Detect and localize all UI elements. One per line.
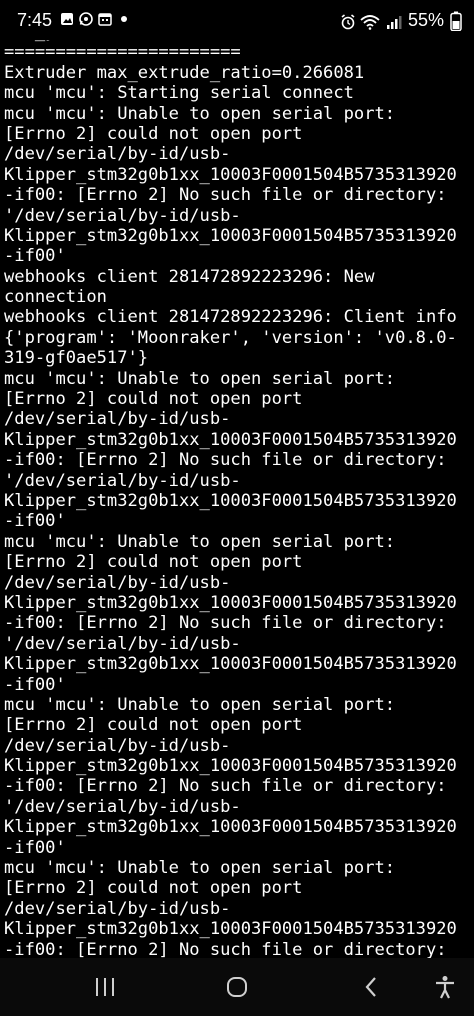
alarm-icon — [340, 13, 355, 29]
terminal-line: -if00: [Errno 2] No such file or directo… — [4, 776, 447, 797]
terminal-line: Klipper_stm32g0b1xx_10003F0001504B573531… — [4, 654, 457, 675]
terminal-line: -if00' — [4, 511, 66, 532]
notification-icons — [60, 12, 131, 26]
terminal-line: Extruder max_extrude_ratio=0.266081 — [4, 62, 365, 83]
terminal-line: {'program': 'Moonraker', 'version': 'v0.… — [4, 327, 457, 348]
terminal-line: Klipper_stm32g0b1xx_10003F0001504B573531… — [4, 817, 457, 838]
terminal-line: webhooks client 281472892223296: New — [4, 266, 375, 287]
terminal-line: '/dev/serial/by-id/usb- — [4, 633, 241, 654]
home-icon[interactable] — [224, 974, 250, 1000]
status-bar: 7:45 55% — [0, 0, 474, 40]
back-icon[interactable] — [358, 974, 384, 1000]
terminal-line: -if00' — [4, 246, 66, 267]
status-time: 7:45 — [17, 10, 53, 30]
terminal-line: Klipper_stm32g0b1xx_10003F0001504B573531… — [4, 756, 457, 777]
terminal-line: [Errno 2] could not open port — [4, 389, 303, 410]
navigation-bar — [0, 958, 474, 1016]
terminal-output[interactable]: max_y = 300.0=======================Extr… — [4, 22, 474, 960]
terminal-line: -if00: [Errno 2] No such file or directo… — [4, 450, 447, 471]
gallery-icon — [60, 12, 74, 26]
terminal-line: mcu 'mcu': Unable to open serial port: — [4, 103, 396, 124]
terminal-line: webhooks client 281472892223296: Client … — [4, 307, 457, 328]
terminal-line: /dev/serial/by-id/usb- — [4, 898, 231, 919]
terminal-line: Klipper_stm32g0b1xx_10003F0001504B573531… — [4, 225, 457, 246]
terminal-line: -if00' — [4, 837, 66, 858]
terminal-line: mcu 'mcu': Unable to open serial port: — [4, 694, 396, 715]
terminal-line: mcu 'mcu': Unable to open serial port: — [4, 858, 396, 879]
terminal-line: '/dev/serial/by-id/usb- — [4, 205, 241, 226]
battery-percent: 55% — [407, 10, 444, 30]
terminal-line: connection — [4, 287, 107, 308]
terminal-line: '/dev/serial/by-id/usb- — [4, 470, 241, 491]
terminal-line: /dev/serial/by-id/usb- — [4, 735, 231, 756]
terminal-line: Klipper_stm32g0b1xx_10003F0001504B573531… — [4, 592, 457, 613]
calendar-icon — [98, 12, 112, 26]
terminal-line: mcu 'mcu': Unable to open serial port: — [4, 531, 396, 552]
terminal-line: [Errno 2] could not open port — [4, 123, 303, 144]
system-icons: 55% — [340, 10, 462, 31]
terminal-line: Klipper_stm32g0b1xx_10003F0001504B573531… — [4, 919, 457, 940]
terminal-line: Klipper_stm32g0b1xx_10003F0001504B573531… — [4, 164, 457, 185]
terminal-line: mcu 'mcu': Starting serial connect — [4, 83, 354, 104]
terminal-line: '/dev/serial/by-id/usb- — [4, 796, 241, 817]
terminal-line: [Errno 2] could not open port — [4, 552, 303, 573]
terminal-line: [Errno 2] could not open port — [4, 715, 303, 736]
terminal-line: [Errno 2] could not open port — [4, 878, 303, 899]
terminal-line: ======================= — [4, 42, 241, 63]
signal-icon — [386, 14, 402, 29]
terminal-line: Klipper_stm32g0b1xx_10003F0001504B573531… — [4, 429, 457, 450]
terminal-line: /dev/serial/by-id/usb- — [4, 409, 231, 430]
terminal-line: -if00: [Errno 2] No such file or directo… — [4, 613, 447, 634]
terminal-line: -if00: [Errno 2] No such file or directo… — [4, 939, 447, 960]
whatsapp-icon — [79, 12, 93, 26]
wifi-icon — [360, 14, 380, 30]
terminal-line: mcu 'mcu': Unable to open serial port: — [4, 368, 396, 389]
accessibility-icon[interactable] — [432, 974, 458, 1000]
terminal-line: /dev/serial/by-id/usb- — [4, 144, 231, 165]
terminal-line: 319-gf0ae517'} — [4, 348, 149, 369]
terminal-line: -if00: [Errno 2] No such file or directo… — [4, 185, 447, 206]
dot-icon — [117, 12, 131, 26]
terminal-line: Klipper_stm32g0b1xx_10003F0001504B573531… — [4, 490, 457, 511]
terminal-line: /dev/serial/by-id/usb- — [4, 572, 231, 593]
terminal-line: -if00' — [4, 674, 66, 695]
battery-icon — [450, 11, 462, 31]
recent-apps-icon[interactable] — [92, 974, 118, 1000]
